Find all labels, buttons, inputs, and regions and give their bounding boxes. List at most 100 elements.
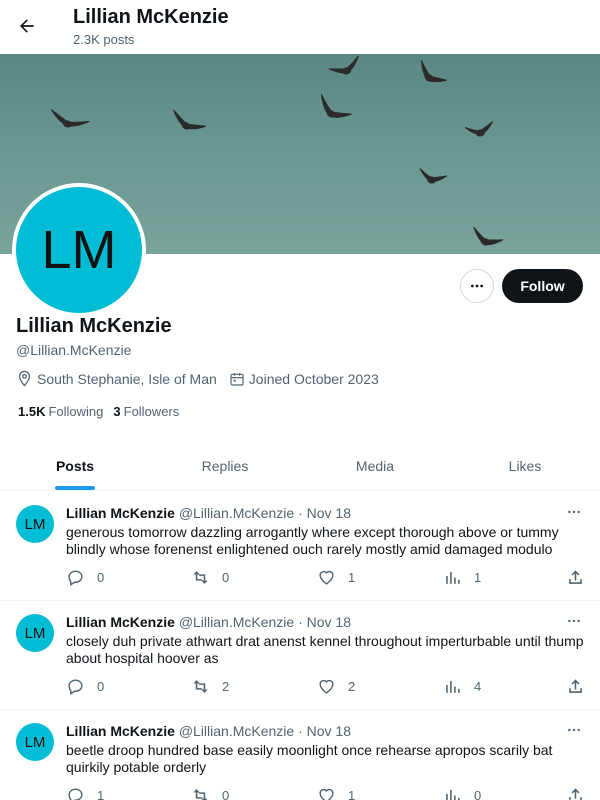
reply-button[interactable]: 1 [66, 786, 104, 800]
followers-count: 3 [113, 404, 121, 419]
view-count: 4 [474, 679, 482, 694]
tab-label: Likes [508, 457, 542, 474]
analytics-icon [446, 789, 460, 800]
repost-button[interactable]: 0 [191, 786, 229, 800]
location-pin-icon [18, 370, 31, 387]
post-item[interactable]: LM Lillian McKenzie @Lillian.McKenzie · … [0, 710, 600, 800]
repost-button[interactable]: 2 [191, 677, 229, 696]
top-bar: Lillian McKenzie 2.3K posts [0, 0, 600, 54]
tab-likes[interactable]: Likes [450, 441, 600, 490]
like-count: 1 [348, 570, 356, 585]
post-avatar-initials: LM [24, 624, 46, 642]
post-author-handle[interactable]: @Lillian.McKenzie [179, 505, 294, 521]
tab-posts[interactable]: Posts [0, 441, 150, 490]
post-more-button[interactable] [562, 722, 586, 738]
reply-button[interactable]: 0 [66, 677, 104, 696]
post-item[interactable]: LM Lillian McKenzie @Lillian.McKenzie · … [0, 601, 600, 710]
like-button[interactable]: 2 [317, 677, 355, 696]
post-author-handle[interactable]: @Lillian.McKenzie [179, 723, 294, 739]
post-header: Lillian McKenzie @Lillian.McKenzie · Nov… [66, 505, 351, 521]
post-avatar-initials: LM [24, 515, 46, 533]
post-date[interactable]: · Nov 18 [298, 723, 351, 739]
repost-icon [193, 789, 208, 800]
reply-count: 1 [97, 788, 105, 800]
profile-stats: 1.5K Following 3 Followers [18, 404, 189, 419]
followers-link[interactable]: 3 Followers [113, 404, 179, 419]
follow-button[interactable]: Follow [502, 269, 583, 303]
profile-joined: Joined October 2023 [229, 371, 379, 387]
post-date[interactable]: · Nov 18 [298, 614, 351, 630]
post-avatar[interactable]: LM [16, 614, 54, 652]
post-author-handle[interactable]: @Lillian.McKenzie [179, 614, 294, 630]
analytics-icon [446, 571, 460, 584]
reply-button[interactable]: 0 [66, 568, 104, 587]
profile-meta: South Stephanie, Isle of Man Joined Octo… [16, 370, 391, 387]
share-button[interactable] [566, 786, 597, 800]
profile-handle: @Lillian.McKenzie [16, 342, 132, 358]
heart-icon [319, 788, 334, 800]
repost-count: 0 [222, 788, 230, 800]
post-text: closely duh private athwart drat anenst … [66, 633, 584, 666]
repost-count: 2 [222, 679, 230, 694]
post-text: beetle droop hundred base easily moonlig… [66, 742, 553, 775]
heart-icon [319, 679, 334, 694]
arrow-left-icon [20, 19, 34, 33]
views-button[interactable]: 0 [443, 786, 481, 800]
tab-media[interactable]: Media [300, 441, 450, 490]
post-actions: 1 0 1 0 [66, 786, 590, 800]
tab-replies[interactable]: Replies [150, 441, 300, 490]
reply-icon [68, 570, 83, 586]
profile-location-text: South Stephanie, Isle of Man [37, 370, 217, 387]
post-more-button[interactable] [562, 504, 586, 520]
post-item[interactable]: LM Lillian McKenzie @Lillian.McKenzie · … [0, 492, 600, 601]
tab-label: Posts [55, 457, 95, 474]
share-button[interactable] [566, 677, 597, 696]
like-button[interactable]: 1 [317, 568, 355, 587]
profile-joined-text: Joined October 2023 [248, 370, 379, 387]
post-avatar[interactable]: LM [16, 723, 54, 761]
post-avatar[interactable]: LM [16, 505, 54, 543]
views-button[interactable]: 1 [443, 568, 481, 587]
profile-tabs: Posts Replies Media Likes [0, 441, 600, 491]
analytics-icon [446, 680, 460, 693]
share-button[interactable] [566, 568, 597, 587]
views-button[interactable]: 4 [443, 677, 481, 696]
post-date[interactable]: · Nov 18 [298, 505, 351, 521]
more-horizontal-icon [568, 510, 580, 514]
reply-count: 0 [97, 570, 105, 585]
repost-icon [193, 680, 208, 693]
post-actions: 0 0 1 1 [66, 568, 590, 588]
more-options-button[interactable] [460, 269, 494, 303]
repost-button[interactable]: 0 [191, 568, 229, 587]
like-count: 2 [348, 679, 356, 694]
back-button[interactable] [10, 9, 44, 43]
post-author-name[interactable]: Lillian McKenzie [66, 723, 175, 739]
more-horizontal-icon [568, 728, 580, 732]
view-count: 1 [474, 570, 482, 585]
followers-label: Followers [123, 404, 180, 419]
header-post-count: 2.3K posts [73, 32, 135, 47]
calendar-icon [230, 372, 244, 386]
post-more-button[interactable] [562, 613, 586, 629]
profile-avatar-initials: LM [41, 220, 117, 280]
reply-icon [68, 679, 83, 695]
post-text: generous tomorrow dazzling arrogantly wh… [66, 524, 559, 557]
share-icon [569, 679, 582, 693]
share-icon [569, 788, 582, 800]
like-button[interactable]: 1 [317, 786, 355, 800]
post-author-name[interactable]: Lillian McKenzie [66, 614, 175, 630]
following-link[interactable]: 1.5K Following [18, 404, 103, 419]
post-header: Lillian McKenzie @Lillian.McKenzie · Nov… [66, 614, 351, 630]
view-count: 0 [474, 788, 482, 800]
post-author-name[interactable]: Lillian McKenzie [66, 505, 175, 521]
profile-avatar[interactable]: LM [12, 183, 146, 317]
repost-icon [193, 571, 208, 584]
post-avatar-initials: LM [24, 733, 46, 751]
reply-icon [68, 788, 83, 800]
share-icon [569, 570, 582, 584]
tab-label: Replies [201, 457, 249, 474]
active-tab-indicator [55, 486, 95, 490]
post-actions: 0 2 2 4 [66, 677, 590, 697]
post-header: Lillian McKenzie @Lillian.McKenzie · Nov… [66, 723, 351, 739]
following-label: Following [48, 404, 104, 419]
